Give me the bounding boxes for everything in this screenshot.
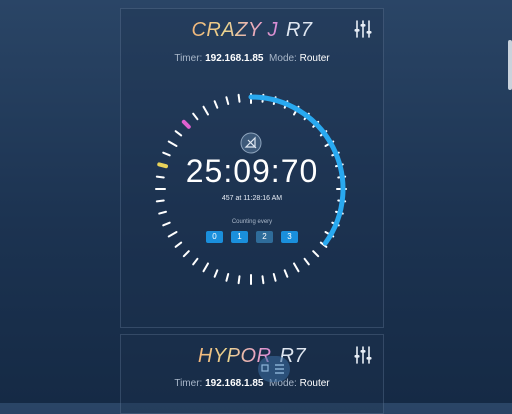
dial-tick — [261, 275, 265, 285]
dial-tick — [213, 100, 219, 109]
dial-tick — [202, 105, 209, 116]
counting-option-1[interactable]: 1 — [231, 231, 248, 243]
dial-tick — [192, 257, 199, 266]
mode-value: Router — [299, 53, 330, 64]
device-title: CRAZY J R7 — [121, 19, 383, 42]
device-name: CRAZY J — [191, 19, 278, 41]
scrollbar[interactable] — [506, 0, 512, 403]
scrollbar-thumb[interactable] — [508, 40, 512, 90]
dial-tick — [225, 96, 230, 105]
counting-option-2[interactable]: 2 — [256, 231, 273, 243]
dial-tick — [213, 269, 219, 278]
dial-tick — [225, 273, 230, 282]
timer-label: Timer: — [174, 378, 203, 389]
dial-tick — [237, 93, 241, 103]
timer-subtitle: 457 at 11:28:16 AM — [221, 195, 283, 202]
dial-tick — [312, 250, 320, 258]
dial-tick — [158, 210, 167, 215]
dial-tick — [174, 130, 183, 137]
timer-display: 25:09:70 — [185, 153, 319, 189]
dial-tick — [202, 262, 209, 273]
ip-address: 192.168.1.85 — [205, 378, 264, 389]
device-model: R7 — [285, 19, 313, 41]
ip-address: 192.168.1.85 — [205, 53, 264, 64]
dial-tick — [293, 262, 300, 273]
mode-label: Mode: — [269, 53, 297, 64]
dial-tick — [272, 273, 277, 282]
dial-tick — [237, 275, 241, 285]
gauge-center-icon[interactable] — [240, 132, 262, 154]
device-info: Timer: 192.168.1.85 Mode: Router — [121, 378, 383, 389]
counting-option-0[interactable]: 0 — [206, 231, 223, 243]
sliders-settings-icon[interactable] — [353, 19, 373, 39]
device-card-crazy-j: CRAZY J R7 Timer: 192.168.1.85 Mode: Rout… — [120, 8, 384, 328]
dial-tick — [174, 241, 183, 248]
dial-tick — [182, 250, 190, 258]
device-card-hypor: HYPOR R7 Timer: 192.168.1.85 Mode: Router — [120, 334, 384, 414]
menu-icon — [261, 364, 284, 374]
dial-tick — [181, 119, 191, 129]
device-title: HYPOR R7 — [121, 345, 383, 368]
counting-option-3[interactable]: 3 — [281, 231, 298, 243]
timer-label: Timer: — [174, 53, 203, 64]
dial-tick — [167, 140, 178, 147]
dial-tick — [283, 269, 289, 278]
sliders-settings-icon[interactable] — [353, 345, 373, 365]
device-info: Timer: 192.168.1.85 Mode: Router — [121, 53, 383, 64]
counting-options: 0 1 2 3 — [121, 231, 383, 243]
mode-value: Router — [299, 378, 330, 389]
counting-label: Counting every — [231, 219, 273, 225]
dial-tick — [192, 112, 199, 121]
dial-tick — [303, 257, 310, 266]
floating-action-button[interactable] — [258, 356, 290, 382]
